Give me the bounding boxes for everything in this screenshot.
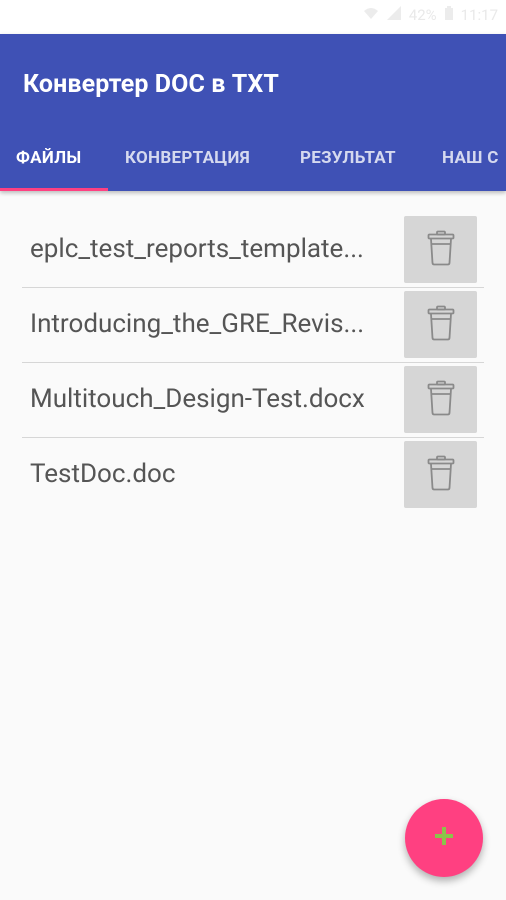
app-title: Конвертер DOC в TXT <box>23 70 279 99</box>
clock: 11:17 <box>460 6 498 24</box>
trash-icon <box>427 380 455 420</box>
delete-button[interactable] <box>404 216 477 283</box>
list-item[interactable]: Multitouch_Design-Test.docx <box>22 363 484 438</box>
tab-files[interactable]: ФАЙЛЫ <box>16 148 81 168</box>
file-list: eplc_test_reports_template... Introducin… <box>22 213 484 512</box>
list-item[interactable]: eplc_test_reports_template... <box>22 213 484 288</box>
file-name: eplc_test_reports_template... <box>30 234 364 264</box>
battery-percent: 42% <box>408 6 437 24</box>
delete-button[interactable] <box>404 441 477 508</box>
tab-bar: ФАЙЛЫ КОНВЕРТАЦИЯ РЕЗУЛЬТАТ НАШ С <box>0 134 506 191</box>
tab-our-site[interactable]: НАШ С <box>442 148 499 168</box>
status-bar: 42% 11:17 <box>0 0 506 34</box>
tab-indicator <box>0 188 108 191</box>
delete-button[interactable] <box>404 366 477 433</box>
trash-icon <box>427 455 455 495</box>
trash-icon <box>427 230 455 270</box>
list-item[interactable]: TestDoc.doc <box>22 438 484 512</box>
tab-result[interactable]: РЕЗУЛЬТАТ <box>300 148 396 168</box>
signal-icon <box>386 6 401 24</box>
file-name: TestDoc.doc <box>30 459 176 489</box>
list-item[interactable]: Introducing_the_GRE_Revis... <box>22 288 484 363</box>
file-name: Introducing_the_GRE_Revis... <box>30 309 365 339</box>
app-bar: Конвертер DOC в TXT ФАЙЛЫ КОНВЕРТАЦИЯ РЕ… <box>0 34 506 191</box>
wifi-icon <box>363 6 379 24</box>
battery-icon <box>444 6 453 24</box>
delete-button[interactable] <box>404 291 477 358</box>
trash-icon <box>427 305 455 345</box>
tab-conversion[interactable]: КОНВЕРТАЦИЯ <box>125 148 250 168</box>
file-name: Multitouch_Design-Test.docx <box>30 384 365 414</box>
add-file-button[interactable] <box>405 799 483 877</box>
plus-icon <box>434 826 454 850</box>
status-icons: 42% 11:17 <box>363 6 498 24</box>
